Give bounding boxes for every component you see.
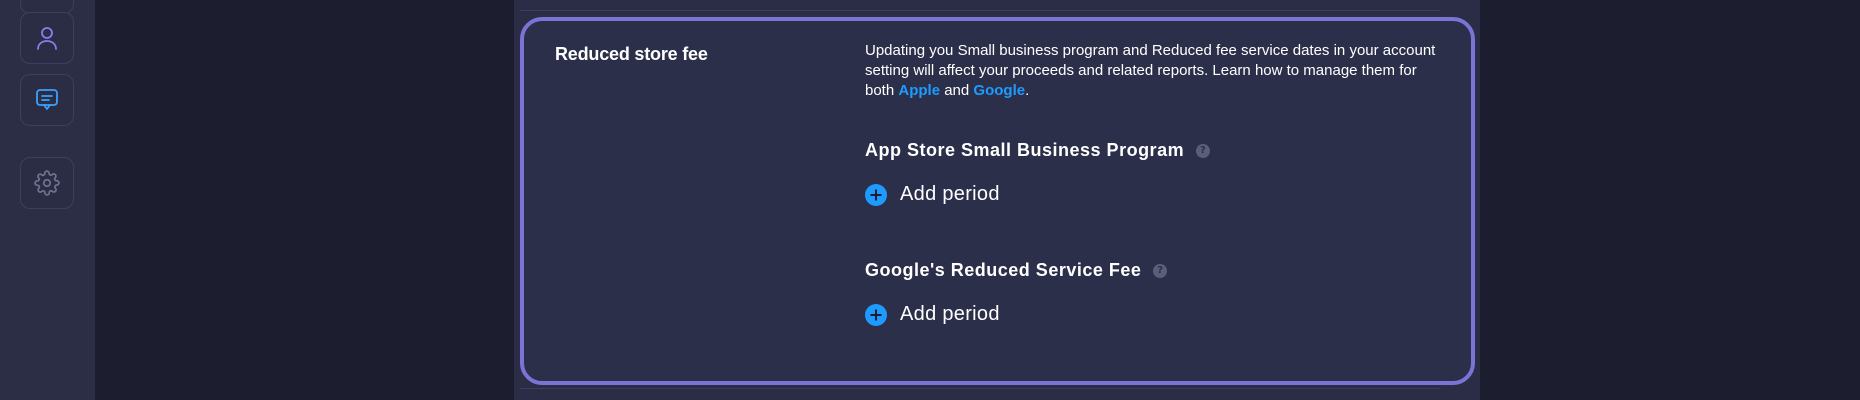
divider [520, 10, 1440, 11]
plus-circle-icon [865, 183, 887, 206]
user-icon [37, 27, 57, 50]
section-description: Updating you Small business program and … [865, 41, 1445, 101]
sidebar-item-profile[interactable] [20, 12, 74, 64]
sidebar-item-messages[interactable] [20, 74, 74, 126]
help-icon[interactable]: ? [1196, 143, 1211, 158]
divider [520, 388, 1440, 389]
apple-link[interactable]: Apple [898, 82, 940, 99]
plus-circle-icon [865, 303, 887, 326]
section-title: Reduced store fee [555, 44, 708, 64]
google-program-heading: Google's Reduced Service Fee ? [865, 260, 1168, 281]
google-add-period-button[interactable]: Add period [865, 303, 1000, 326]
description-period: . [1025, 82, 1030, 99]
google-link[interactable]: Google [973, 82, 1025, 99]
add-period-label: Add period [900, 303, 1000, 325]
sidebar [0, 0, 95, 400]
apple-add-period-button[interactable]: Add period [865, 183, 1000, 206]
add-period-label: Add period [900, 183, 1000, 205]
help-icon[interactable]: ? [1153, 263, 1168, 278]
chat-icon [36, 89, 58, 110]
gear-icon [34, 170, 60, 196]
apple-program-heading: App Store Small Business Program ? [865, 140, 1211, 161]
sidebar-item-settings[interactable] [20, 157, 74, 209]
description-conjunction: and [940, 82, 974, 99]
apple-program-title: App Store Small Business Program [865, 140, 1185, 160]
google-program-title: Google's Reduced Service Fee [865, 260, 1142, 280]
